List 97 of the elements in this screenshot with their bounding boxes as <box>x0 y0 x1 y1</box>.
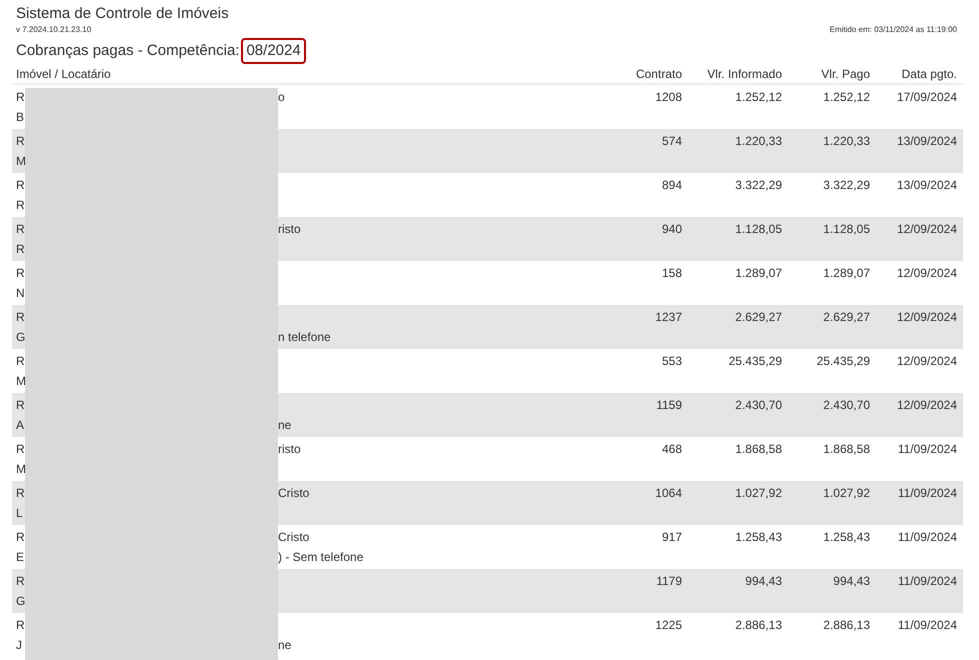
text-fragment: Cristo <box>278 529 310 546</box>
text-fragment: R <box>16 222 25 236</box>
table-cell-text: 12/09/2024 <box>896 265 957 282</box>
table-cell-text: 3.322,29 <box>823 177 870 194</box>
text-fragment: R <box>16 134 25 148</box>
text-fragment: R <box>16 618 25 632</box>
table-cell-text: 11/09/2024 <box>898 441 957 458</box>
version-text: v 7.2024.10.21.23.10 <box>16 25 92 35</box>
table-cell-text: 574 <box>662 133 682 150</box>
text-fragment: o <box>278 89 285 106</box>
table-cell-text: 2.629,27 <box>823 309 870 326</box>
table-cell-text: 11/09/2024 <box>898 485 957 502</box>
text-fragment: M <box>16 374 26 388</box>
table-cell-text: 1.868,58 <box>823 441 870 458</box>
column-header: Vlr. Informado <box>707 67 782 81</box>
table-cell-text: 468 <box>662 441 682 458</box>
text-fragment: R <box>16 178 25 192</box>
table-cell-text: 1.128,05 <box>823 221 870 238</box>
table-cell-text: 11/09/2024 <box>898 617 957 634</box>
text-fragment: R <box>16 442 25 456</box>
issued-text: Emitido em: 03/11/2024 as 11:19:00 <box>830 25 957 35</box>
table-cell-text: 25.435,29 <box>728 353 782 370</box>
table-cell-text: 158 <box>662 265 682 282</box>
table-cell-text: 2.430,70 <box>735 397 782 414</box>
table-cell-text: 1.220,33 <box>823 133 870 150</box>
table-cell-text: 1.220,33 <box>735 133 782 150</box>
table-cell-text: 11/09/2024 <box>898 529 957 546</box>
table-cell-text: 2.629,27 <box>735 309 782 326</box>
column-header: Imóvel / Locatário <box>16 67 111 81</box>
text-fragment: risto <box>278 441 301 458</box>
text-fragment: n telefone <box>278 329 331 346</box>
table-cell-text: 1.289,07 <box>823 265 870 282</box>
table-cell-text: 1179 <box>656 573 682 590</box>
table-cell-text: 1.258,43 <box>823 529 870 546</box>
period-value: 08/2024 <box>241 38 306 64</box>
text-fragment: R <box>16 398 25 412</box>
table-cell-text: 940 <box>662 221 682 238</box>
text-fragment: E <box>16 550 24 564</box>
table-cell-text: 1.252,12 <box>823 89 870 106</box>
table-cell-text: 13/09/2024 <box>896 177 957 194</box>
table-cell-text: 1237 <box>655 309 682 326</box>
text-fragment: L <box>16 506 23 520</box>
table-cell-text: 17/09/2024 <box>896 89 957 106</box>
table-cell-text: 13/09/2024 <box>896 133 957 150</box>
table-cell-text: 12/09/2024 <box>896 221 957 238</box>
table-cell-text: 917 <box>662 529 682 546</box>
table-cell-text: 1.027,92 <box>735 485 782 502</box>
text-fragment: risto <box>278 221 301 238</box>
text-fragment: R <box>16 90 25 104</box>
text-fragment: R <box>16 242 25 256</box>
table-cell-text: 1.289,07 <box>735 265 782 282</box>
table-cell-text: 3.322,29 <box>735 177 782 194</box>
table-cell-text: 1225 <box>655 617 682 634</box>
text-fragment: R <box>16 354 25 368</box>
table-cell-text: 2.886,13 <box>735 617 782 634</box>
app-title: Sistema de Controle de Imóveis <box>16 5 229 23</box>
text-fragment: N <box>16 286 25 300</box>
column-header: Data pgto. <box>902 67 957 81</box>
text-fragment: ) - Sem telefone <box>278 549 364 566</box>
table-cell-text: 1.128,05 <box>735 221 782 238</box>
table-cell-text: 1.252,12 <box>735 89 782 106</box>
text-fragment: B <box>16 110 24 124</box>
text-fragment: R <box>16 530 25 544</box>
text-fragment: M <box>16 462 26 476</box>
text-fragment: ne <box>278 417 292 434</box>
table-cell-text: 25.435,29 <box>816 353 870 370</box>
text-fragment: R <box>16 198 25 212</box>
table-cell-text: 12/09/2024 <box>896 309 957 326</box>
table-cell-text: 994,43 <box>745 573 782 590</box>
report-title: Cobranças pagas - Competência: <box>16 40 240 61</box>
text-fragment: R <box>16 310 25 324</box>
text-fragment: A <box>16 418 24 432</box>
table-cell-text: 1.027,92 <box>823 485 870 502</box>
text-fragment: ne <box>278 637 292 654</box>
column-header: Vlr. Pago <box>821 67 870 81</box>
table-cell-text: 894 <box>662 177 682 194</box>
text-fragment: R <box>16 486 25 500</box>
table-cell-text: 12/09/2024 <box>896 353 957 370</box>
text-fragment: R <box>16 574 25 588</box>
table-cell-text: 12/09/2024 <box>896 397 957 414</box>
table-cell-text: 553 <box>662 353 682 370</box>
text-fragment: M <box>16 154 26 168</box>
text-fragment: J <box>16 638 22 652</box>
table-cell-text: 1159 <box>656 397 682 414</box>
text-fragment: G <box>16 330 26 344</box>
table-cell-text: 2.430,70 <box>823 397 870 414</box>
table-cell-text: 1064 <box>655 485 682 502</box>
table-cell-text: 2.886,13 <box>823 617 870 634</box>
text-fragment: G <box>16 594 26 608</box>
column-header: Contrato <box>636 67 682 81</box>
table-cell-text: 1.868,58 <box>735 441 782 458</box>
table-cell-text: 1.258,43 <box>735 529 782 546</box>
table-cell-text: 994,43 <box>833 573 870 590</box>
text-fragment: R <box>16 266 25 280</box>
table-cell-text: 1208 <box>655 89 682 106</box>
table-cell-text: 11/09/2024 <box>898 573 957 590</box>
text-fragment: Cristo <box>278 485 310 502</box>
